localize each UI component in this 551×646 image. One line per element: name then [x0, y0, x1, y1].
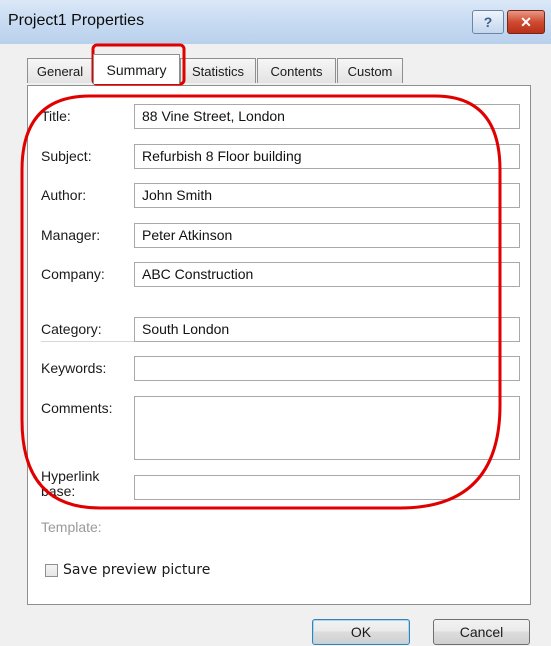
- hyperlink-base-label: Hyperlink base:: [41, 469, 99, 499]
- close-button[interactable]: ✕: [507, 10, 545, 34]
- ok-button[interactable]: OK: [312, 619, 410, 645]
- manager-label: Manager:: [41, 227, 101, 243]
- title-bar[interactable]: Project1 Properties ? ✕: [0, 0, 551, 44]
- tab-label: Custom: [347, 63, 393, 79]
- hyperlink-label-line1: Hyperlink: [41, 468, 100, 484]
- tab-summary[interactable]: Summary: [93, 54, 180, 84]
- company-label: Company:: [41, 266, 105, 282]
- dialog-client-area: General Summary Statistics Contents Cust…: [0, 44, 551, 646]
- close-icon: ✕: [520, 13, 532, 30]
- comments-label: Comments:: [41, 400, 113, 416]
- hyperlink-label-line2: base:: [41, 483, 76, 499]
- title-field[interactable]: 88 Vine Street, London: [134, 104, 520, 129]
- category-field[interactable]: South London: [134, 317, 520, 342]
- tab-label: General: [36, 63, 84, 79]
- subject-field[interactable]: Refurbish 8 Floor building: [134, 144, 520, 169]
- keywords-label: Keywords:: [41, 360, 107, 376]
- tab-general[interactable]: General: [27, 58, 93, 83]
- cancel-button[interactable]: Cancel: [433, 619, 530, 645]
- window-title: Project1 Properties: [8, 12, 145, 29]
- save-preview-option[interactable]: Save preview picture: [45, 562, 210, 578]
- subject-label: Subject:: [41, 148, 92, 164]
- tab-label: Statistics: [191, 63, 244, 79]
- save-preview-label: Save preview picture: [63, 562, 211, 578]
- question-mark-icon: ?: [483, 14, 493, 30]
- ok-label: OK: [350, 624, 372, 640]
- tab-custom[interactable]: Custom: [337, 58, 403, 83]
- tab-contents[interactable]: Contents: [257, 58, 336, 83]
- tab-statistics[interactable]: Statistics: [180, 58, 256, 83]
- author-field[interactable]: John Smith: [134, 183, 520, 208]
- save-preview-checkbox[interactable]: [45, 563, 58, 577]
- help-button[interactable]: ?: [472, 10, 504, 34]
- cancel-label: Cancel: [459, 624, 504, 640]
- tab-label: Contents: [270, 63, 323, 79]
- manager-field[interactable]: Peter Atkinson: [134, 223, 520, 248]
- summary-panel: Title: 88 Vine Street, London Subject: R…: [27, 85, 531, 605]
- author-label: Author:: [41, 187, 87, 203]
- project-properties-dialog: Project1 Properties ? ✕ General Summary …: [0, 0, 551, 646]
- tab-label: Summary: [106, 61, 167, 78]
- template-label: Template:: [41, 519, 102, 535]
- title-label: Title:: [41, 108, 71, 124]
- keywords-field[interactable]: [134, 356, 520, 381]
- hyperlink-base-field[interactable]: [134, 475, 520, 500]
- company-field[interactable]: ABC Construction: [134, 262, 520, 287]
- category-label: Category:: [41, 321, 102, 337]
- comments-field[interactable]: [134, 396, 520, 460]
